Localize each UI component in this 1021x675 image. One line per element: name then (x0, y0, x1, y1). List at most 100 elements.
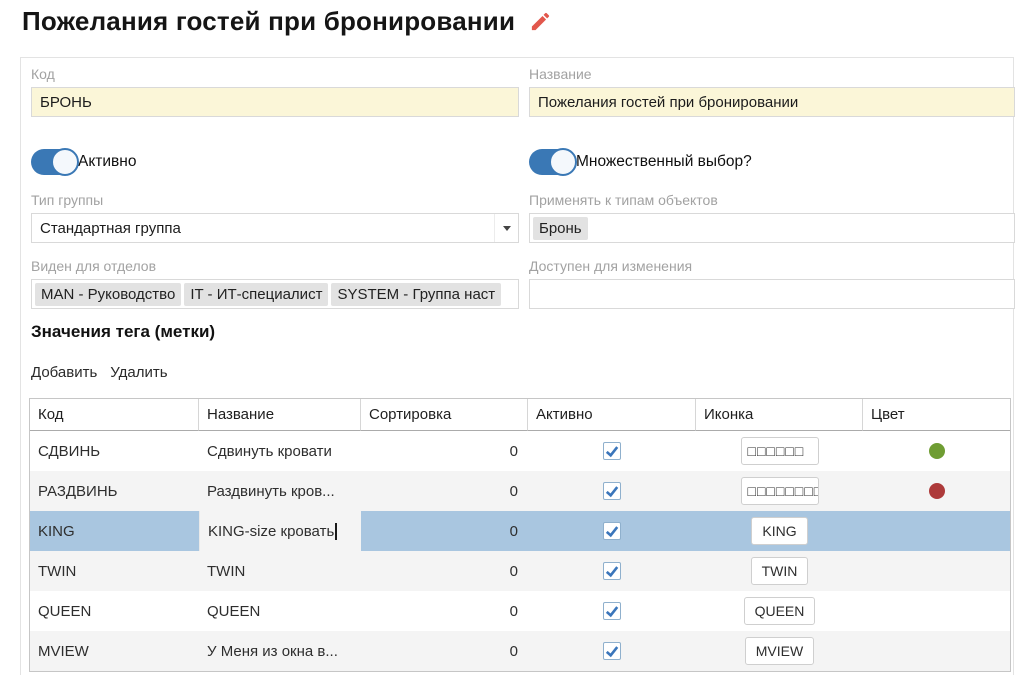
multi-toggle-label: Множественный выбор? (576, 153, 752, 171)
table-row[interactable]: СДВИНЬ Сдвинуть кровати 0 □□□□□□ (30, 431, 1010, 471)
active-checkbox[interactable] (603, 522, 621, 540)
cell-code: РАЗДВИНЬ (30, 471, 199, 511)
multi-toggle-row: Множественный выбор? (529, 149, 752, 175)
cell-name[interactable]: KING-size кровать (199, 511, 361, 551)
column-header-color[interactable]: Цвет (863, 399, 1010, 431)
cell-active (528, 631, 696, 671)
cell-active (528, 431, 696, 471)
tag-chip[interactable]: SYSTEM - Группа наст (331, 283, 501, 306)
table-body: СДВИНЬ Сдвинуть кровати 0 □□□□□□ РАЗДВИН… (30, 431, 1010, 671)
icon-value-button[interactable]: MVIEW (745, 637, 814, 665)
table-row[interactable]: QUEEN QUEEN 0 QUEEN (30, 591, 1010, 631)
table-row[interactable]: TWIN TWIN 0 TWIN (30, 551, 1010, 591)
section-title: Значения тега (метки) (31, 322, 215, 342)
table-row[interactable]: KING KING-size кровать 0 KING (30, 511, 1010, 551)
cell-sort: 0 (361, 591, 528, 631)
multi-select-toggle[interactable] (529, 149, 576, 175)
name-input[interactable]: Пожелания гостей при бронировании (529, 87, 1015, 117)
cell-code: KING (30, 511, 199, 551)
edit-pencil-icon[interactable] (529, 10, 552, 33)
cell-color (863, 471, 1010, 511)
field-code: Код БРОНЬ (31, 66, 519, 117)
add-button[interactable]: Добавить (31, 364, 97, 381)
cell-code: СДВИНЬ (30, 431, 199, 471)
cell-active (528, 591, 696, 631)
table-row[interactable]: РАЗДВИНЬ Раздвинуть кров... 0 □□□□□□□□ (30, 471, 1010, 511)
code-label: Код (31, 66, 519, 83)
page-header: Пожелания гостей при бронировании (22, 6, 552, 37)
page: Пожелания гостей при бронировании Код БР… (0, 0, 1021, 675)
table-toolbar: Добавить Удалить (31, 364, 168, 381)
cell-name[interactable]: TWIN (199, 551, 361, 591)
tag-chip[interactable]: IT - ИТ-специалист (184, 283, 328, 306)
apply-to-input[interactable]: Бронь (529, 213, 1015, 243)
cell-code: TWIN (30, 551, 199, 591)
field-group-type: Тип группы Стандартная группа (31, 192, 519, 243)
cell-icon: □□□□□□ (696, 431, 863, 471)
active-checkbox[interactable] (603, 482, 621, 500)
icon-value-button[interactable]: KING (751, 517, 807, 545)
field-apply-to: Применять к типам объектов Бронь (529, 192, 1015, 243)
active-toggle-row: Активно (31, 149, 136, 175)
active-checkbox[interactable] (603, 642, 621, 660)
icon-value-button[interactable]: □□□□□□□□ (741, 477, 819, 505)
departments-input[interactable]: MAN - РуководствоIT - ИТ-специалистSYSTE… (31, 279, 519, 309)
table-row[interactable]: MVIEW У Меня из окна в... 0 MVIEW (30, 631, 1010, 671)
column-header-sort[interactable]: Сортировка (361, 399, 528, 431)
cell-sort: 0 (361, 471, 528, 511)
active-checkbox[interactable] (603, 442, 621, 460)
cell-icon: KING (696, 511, 863, 551)
cell-icon: QUEEN (696, 591, 863, 631)
icon-value-button[interactable]: QUEEN (744, 597, 816, 625)
color-dot[interactable] (929, 443, 945, 459)
icon-value-button[interactable]: TWIN (751, 557, 809, 585)
cell-active (528, 471, 696, 511)
color-dot[interactable] (929, 483, 945, 499)
page-title: Пожелания гостей при бронировании (22, 6, 515, 37)
tag-values-table: Код Название Сортировка Активно Иконка Ц… (29, 398, 1011, 672)
cell-name[interactable]: У Меня из окна в... (199, 631, 361, 671)
cell-icon: TWIN (696, 551, 863, 591)
cell-code: QUEEN (30, 591, 199, 631)
cell-name[interactable]: Сдвинуть кровати (199, 431, 361, 471)
group-type-label: Тип группы (31, 192, 519, 209)
chevron-down-icon[interactable] (494, 214, 518, 242)
column-header-icon[interactable]: Иконка (696, 399, 863, 431)
departments-label: Виден для отделов (31, 258, 519, 275)
cell-active (528, 551, 696, 591)
code-input[interactable]: БРОНЬ (31, 87, 519, 117)
cell-color (863, 631, 1010, 671)
form-panel: Код БРОНЬ Название Пожелания гостей при … (20, 57, 1014, 675)
cell-code: MVIEW (30, 631, 199, 671)
tag-chip[interactable]: Бронь (533, 217, 588, 240)
active-toggle[interactable] (31, 149, 78, 175)
delete-button[interactable]: Удалить (110, 364, 167, 381)
cell-name[interactable]: QUEEN (199, 591, 361, 631)
active-checkbox[interactable] (603, 602, 621, 620)
inline-edit-text: KING-size кровать (208, 523, 334, 540)
icon-value-button[interactable]: □□□□□□ (741, 437, 819, 465)
table-header: Код Название Сортировка Активно Иконка Ц… (30, 399, 1010, 431)
column-header-code[interactable]: Код (30, 399, 199, 431)
cell-sort: 0 (361, 431, 528, 471)
tag-chip[interactable]: MAN - Руководство (35, 283, 181, 306)
cell-active (528, 511, 696, 551)
cell-icon: MVIEW (696, 631, 863, 671)
editable-label: Доступен для изменения (529, 258, 1015, 275)
cell-color (863, 431, 1010, 471)
toggle-knob (51, 148, 79, 176)
toggle-knob (549, 148, 577, 176)
field-editable: Доступен для изменения (529, 258, 1015, 309)
apply-to-label: Применять к типам объектов (529, 192, 1015, 209)
cell-color (863, 591, 1010, 631)
cell-color (863, 511, 1010, 551)
editable-input[interactable] (529, 279, 1015, 309)
active-checkbox[interactable] (603, 562, 621, 580)
cell-color (863, 551, 1010, 591)
column-header-name[interactable]: Название (199, 399, 361, 431)
column-header-active[interactable]: Активно (528, 399, 696, 431)
group-type-value: Стандартная группа (40, 220, 181, 237)
group-type-select[interactable]: Стандартная группа (31, 213, 519, 243)
cell-sort: 0 (361, 551, 528, 591)
cell-name[interactable]: Раздвинуть кров... (199, 471, 361, 511)
